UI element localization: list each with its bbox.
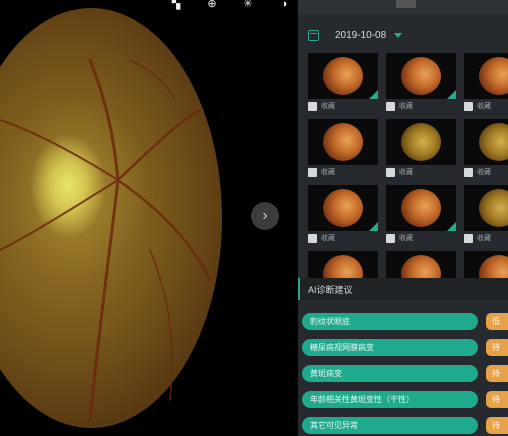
ai-suggestion[interactable]: 黄斑病变 待 — [302, 365, 508, 382]
next-image-button[interactable]: › — [251, 202, 279, 230]
thumbnail[interactable]: 收藏 — [386, 119, 456, 177]
ai-suggestion-badge: 待 — [486, 365, 508, 382]
ai-suggestion[interactable]: 其它可见异常 待 — [302, 417, 508, 434]
favorite-label: 收藏 — [399, 103, 413, 110]
thumbnail[interactable]: 收藏 — [308, 185, 378, 243]
calendar-icon — [308, 29, 319, 41]
ai-suggestion-label: 其它可见异常 — [302, 417, 478, 434]
favorite-label: 收藏 — [321, 103, 335, 110]
favorite-label: 收藏 — [321, 169, 335, 176]
ai-suggestion-badge: 低 — [486, 313, 508, 330]
brightness-icon[interactable]: ✳ — [240, 0, 256, 10]
favorite-label: 收藏 — [477, 235, 491, 242]
ai-suggestion-label: 黄斑病变 — [302, 365, 478, 382]
ai-suggestion-badge: 待 — [486, 391, 508, 408]
favorite-checkbox[interactable] — [464, 233, 473, 243]
layout-grid-icon[interactable]: ▚ — [168, 0, 184, 10]
chevron-down-icon[interactable] — [394, 32, 403, 38]
ai-suggestion-label: 年龄相关性黄斑变性（干性） — [302, 391, 478, 408]
ai-suggestion[interactable]: 年龄相关性黄斑变性（干性） 待 — [302, 391, 508, 408]
exam-date: 2019-10-08 — [335, 29, 387, 41]
image-toolbar: ▚ ⊕ ✳ ◑ — [168, 0, 292, 10]
favorite-checkbox[interactable] — [308, 167, 317, 177]
thumbnail[interactable]: 收藏 — [386, 185, 456, 243]
thumbnail[interactable]: 收藏 — [386, 53, 456, 111]
thumbnail[interactable]: 收藏 — [464, 119, 508, 177]
favorite-label: 收藏 — [321, 235, 335, 242]
favorite-checkbox[interactable] — [464, 167, 473, 177]
thumbnail[interactable]: 收藏 — [464, 53, 508, 111]
thumbnail[interactable]: 收藏 — [308, 53, 378, 111]
contrast-icon[interactable]: ◑ — [276, 0, 292, 10]
favorite-label: 收藏 — [399, 169, 413, 176]
fundus-viewer[interactable]: ▚ ⊕ ✳ ◑ › — [0, 0, 298, 436]
ai-suggestion-badge: 待 — [486, 339, 508, 356]
date-selector[interactable]: 2019-10-08 — [308, 26, 403, 44]
zoom-icon[interactable]: ⊕ — [204, 0, 220, 10]
ai-suggestion[interactable]: 豹纹状眼底 低 — [302, 313, 508, 330]
favorite-checkbox[interactable] — [464, 101, 473, 111]
ai-suggestion-badge: 待 — [486, 417, 508, 434]
panel-top-bar — [298, 0, 508, 14]
thumbnail[interactable]: 收藏 — [308, 119, 378, 177]
favorite-checkbox[interactable] — [386, 101, 395, 111]
favorite-label: 收藏 — [477, 169, 491, 176]
favorite-checkbox[interactable] — [308, 233, 317, 243]
ai-diagnosis-title: AI诊断建议 — [308, 284, 353, 295]
favorite-label: 收藏 — [399, 235, 413, 242]
chevron-right-icon: › — [262, 207, 268, 224]
favorite-checkbox[interactable] — [386, 167, 395, 177]
favorite-checkbox[interactable] — [308, 101, 317, 111]
ai-suggestion-label: 糖尿病视网膜病变 — [302, 339, 478, 356]
thumbnail[interactable]: 收藏 — [464, 185, 508, 243]
favorite-checkbox[interactable] — [386, 233, 395, 243]
ai-suggestion[interactable]: 糖尿病视网膜病变 待 — [302, 339, 508, 356]
ai-suggestion-label: 豹纹状眼底 — [302, 313, 478, 330]
favorite-label: 收藏 — [477, 103, 491, 110]
ai-diagnosis-header: AI诊断建议 — [298, 278, 508, 300]
